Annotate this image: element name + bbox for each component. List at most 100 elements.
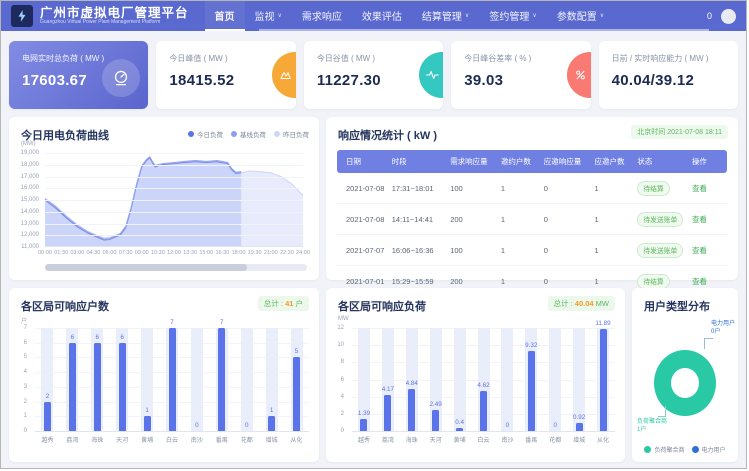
donut-label-aggregator: 负荷聚合商 1户	[637, 418, 667, 434]
nav-item-2[interactable]: 需求响应	[292, 1, 352, 31]
response-table: 日期时段需求响应量邀约户数应邀响应量应邀户数状态操作 2021-07-0817:…	[337, 150, 727, 297]
nav-item-4[interactable]: 结算管理∨	[412, 1, 479, 31]
gridline	[45, 177, 303, 178]
bar-value: 0	[245, 422, 249, 429]
y-tick: 2	[341, 411, 344, 417]
bar-value: 0	[506, 422, 510, 429]
bar-黄埔	[144, 416, 151, 431]
mid-row: 今日用电负荷曲线 今日负荷基线负荷昨日负荷 (MW) 19,00018,0001…	[9, 117, 738, 280]
y-tick: 7	[24, 325, 27, 331]
legend-item-aggregator[interactable]: 负荷聚合商	[644, 445, 684, 454]
district-load-panel: 各区局可响应负荷 总计 : 40.04 MW MW 121086420 1.39…	[326, 288, 625, 462]
bar-value: 0	[195, 422, 199, 429]
view-link[interactable]: 查看	[692, 215, 707, 224]
scrollbar-handle[interactable]	[45, 264, 247, 271]
legend-label: 负荷聚合商	[654, 445, 684, 454]
legend-label: 昨日负荷	[283, 129, 309, 139]
y-tick: 6	[341, 377, 344, 383]
total-unit: MW	[596, 299, 609, 308]
legend-item-1[interactable]: 基线负荷	[231, 129, 266, 139]
bar-value: 1	[270, 407, 274, 414]
bar-x-axis: 越秀荔湾海珠天河黄埔白云南沙番禺花都增城从化	[35, 435, 309, 445]
load-curve-legend: 今日负荷基线负荷 昨日负荷	[188, 129, 309, 139]
district-users-panel: 各区局可响应户数 总计 : 41 户 户 76543210 2666170701…	[9, 288, 319, 462]
column-header: 时段	[388, 150, 447, 173]
nav-item-3[interactable]: 效果评估	[352, 1, 412, 31]
bar-黄埔	[456, 428, 463, 431]
nav-item-5[interactable]: 签约管理∨	[479, 1, 546, 31]
legend-dot	[231, 131, 237, 137]
table-row: 2021-07-0716:06~16:36100101待发送账单查看	[337, 235, 727, 266]
response-table-title: 响应情况统计 ( kW )	[338, 127, 437, 143]
bar-value: 6	[120, 334, 124, 341]
nav-item-6[interactable]: 参数配置∨	[547, 1, 614, 31]
table-cell: 100	[446, 235, 497, 266]
donut-legend: 负荷聚合商 电力用户	[632, 445, 738, 454]
legend-dot	[188, 131, 194, 137]
legend-label: 今日负荷	[197, 129, 223, 139]
bar-y-unit: MW	[338, 316, 349, 322]
x-tick: 花都	[234, 435, 259, 444]
x-tick: 增城	[259, 435, 284, 444]
legend-item-0[interactable]: 今日负荷	[188, 129, 223, 139]
bar-越秀	[44, 402, 51, 431]
table-row: 2021-07-0817:31~18:01100101待结算查看	[337, 173, 727, 204]
user-avatar[interactable]	[721, 9, 736, 24]
chevron-down-icon: ∨	[465, 12, 469, 19]
chart-scrollbar[interactable]	[45, 264, 307, 271]
legend-item-2[interactable]: 昨日负荷	[274, 129, 309, 139]
legend-item-power-user[interactable]: 电力用户	[692, 445, 726, 454]
donut-callout-line-top	[704, 338, 713, 349]
beijing-time-badge: 北京时间 2021-07-08 18:11	[631, 125, 728, 139]
nav-item-1[interactable]: 监视∨	[245, 1, 292, 31]
nav-item-0[interactable]: 首页	[205, 1, 245, 31]
table-cell: 0	[540, 204, 591, 235]
y-tick: 14,000	[21, 209, 39, 215]
bar-荔湾	[384, 395, 391, 431]
page-title: 广州市虚拟电厂管理平台	[40, 7, 189, 20]
bar-value: 4.62	[477, 382, 489, 389]
bar-value: 9.32	[525, 342, 537, 349]
x-tick: 荔湾	[376, 435, 400, 444]
status-badge: 待发送账单	[637, 243, 683, 258]
area-series-今日负荷	[45, 158, 241, 246]
y-tick: 19,000	[21, 150, 39, 156]
bar-band	[549, 328, 561, 431]
y-tick: 4	[24, 369, 27, 375]
view-link[interactable]: 查看	[692, 246, 707, 255]
table-cell: 2021-07-07	[337, 235, 388, 266]
x-tick: 天河	[110, 435, 135, 444]
legend-label: 电力用户	[702, 445, 726, 454]
donut-hole	[671, 368, 699, 398]
bar-value: 0.92	[573, 414, 585, 421]
kpi-card-2: 今日谷值 ( MW )11227.30	[304, 41, 443, 109]
table-cell: 1	[590, 235, 633, 266]
main-nav: 首页监视∨需求响应效果评估结算管理∨签约管理∨参数配置∨	[205, 1, 615, 31]
view-link[interactable]: 查看	[692, 277, 707, 286]
x-tick: 越秀	[352, 435, 376, 444]
x-tick: 越秀	[35, 435, 60, 444]
table-cell: 1	[590, 173, 633, 204]
y-tick: 12	[337, 325, 344, 331]
gridline	[45, 224, 303, 225]
y-tick: 0	[341, 428, 344, 434]
x-tick: 从化	[284, 435, 309, 444]
gridline	[45, 212, 303, 213]
y-tick: 12,000	[21, 232, 39, 238]
bar-从化	[293, 357, 300, 431]
district-load-title: 各区局可响应负荷	[338, 298, 426, 314]
y-tick: 10	[337, 342, 344, 348]
slice-label: 电力用户	[711, 320, 735, 328]
bar-从化	[600, 329, 607, 431]
view-link[interactable]: 查看	[692, 184, 707, 193]
x-tick: 番禺	[209, 435, 234, 444]
notification-count[interactable]: 0	[707, 11, 712, 21]
table-cell: 17:31~18:01	[388, 173, 447, 204]
y-tick: 18,000	[21, 162, 39, 168]
y-tick: 15,000	[21, 197, 39, 203]
donut-label-power-user: 电力用户 0户	[711, 320, 735, 336]
bar-增城	[576, 423, 583, 431]
app-root: 广州市虚拟电厂管理平台 Guangzhou Virtual Power Plan…	[0, 0, 747, 469]
bar-value: 6	[96, 334, 100, 341]
bar-y-unit: 户	[21, 316, 27, 325]
